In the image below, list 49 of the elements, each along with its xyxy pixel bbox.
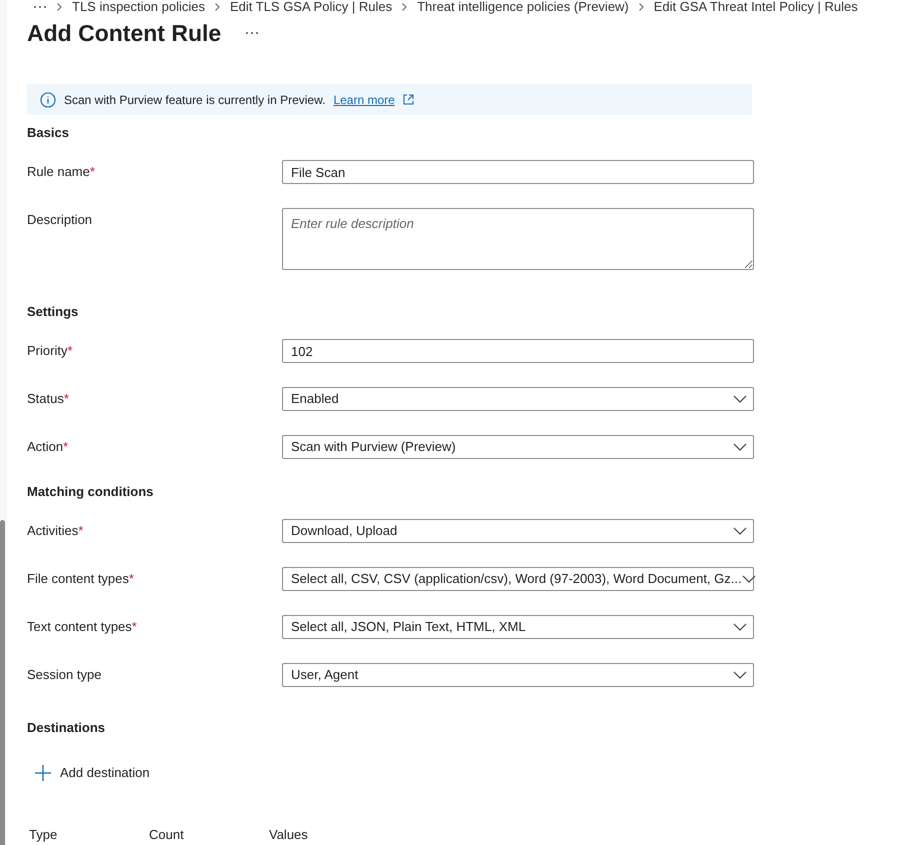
info-icon (40, 92, 56, 108)
field-label: Session type (27, 666, 102, 684)
breadcrumb-link[interactable]: Edit GSA Threat Intel Policy | Rules (654, 0, 858, 14)
more-icon[interactable] (33, 5, 47, 9)
chevron-down-icon (733, 671, 747, 679)
chevron-down-icon (733, 395, 747, 403)
section-heading: Matching conditions (27, 483, 154, 501)
column-header: Type (29, 826, 58, 844)
field-label: Description (27, 211, 92, 229)
plus-icon (35, 765, 51, 781)
chevron-down-icon (742, 575, 756, 583)
dropdown-field[interactable]: Download, Upload (282, 519, 754, 543)
chevron-right-icon (214, 3, 220, 11)
dropdown-field[interactable]: Select all, CSV, CSV (application/csv), Word (97-2003), Word Document, Gz... (282, 567, 754, 591)
field-label: Status* (27, 390, 69, 408)
dropdown-field[interactable]: User, Agent (282, 663, 754, 687)
description-input-field[interactable]: Enter rule description (282, 208, 754, 270)
breadcrumb-link[interactable]: Threat intelligence policies (Preview) (417, 0, 629, 14)
scrollbar[interactable] (0, 520, 5, 845)
column-header: Count (149, 826, 185, 844)
chevron-right-icon (402, 3, 408, 11)
field-label: Action* (27, 438, 68, 456)
field-label: Rule name* (27, 163, 95, 181)
more-options-icon[interactable] (245, 31, 260, 35)
info-message: Scan with Purview feature is currently in Preview. (64, 92, 326, 108)
breadcrumb-link[interactable]: Edit TLS GSA Policy | Rules (230, 0, 392, 14)
chevron-down-icon (733, 623, 747, 631)
page-title: Add Content Rule (27, 18, 222, 48)
chevron-right-icon (57, 3, 62, 11)
field-label: Text content types* (27, 618, 137, 636)
section-heading: Basics (27, 124, 70, 142)
dropdown-field[interactable]: Enabled (282, 387, 754, 411)
field-label: Priority* (27, 342, 73, 360)
text-input-field[interactable]: 102 (282, 339, 754, 363)
section-heading: Settings (27, 303, 80, 321)
learn-more-link[interactable]: Learn more (333, 90, 395, 108)
dropdown-field[interactable]: Scan with Purview (Preview) (282, 435, 754, 459)
chevron-down-icon (733, 443, 747, 451)
text-input-field[interactable]: File Scan (282, 160, 754, 184)
dropdown-field[interactable]: Select all, JSON, Plain Text, HTML, XML (282, 615, 754, 639)
field-label: File content types* (27, 570, 134, 588)
chevron-down-icon (733, 527, 747, 535)
column-header: Values (269, 826, 309, 844)
section-heading: Destinations (27, 719, 106, 737)
external-link-icon[interactable] (402, 94, 414, 105)
add-destination-button[interactable]: Add destination (27, 757, 154, 789)
chevron-right-icon (638, 3, 644, 11)
field-label: Activities* (27, 522, 84, 540)
breadcrumb-link[interactable]: TLS inspection policies (72, 0, 205, 14)
